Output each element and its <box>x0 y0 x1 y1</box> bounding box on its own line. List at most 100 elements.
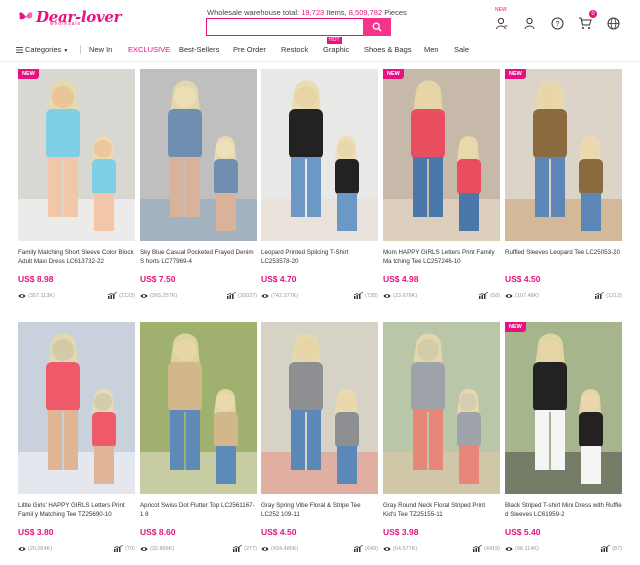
help-icon: ? <box>551 17 563 29</box>
hot-badge: HOT <box>327 37 342 44</box>
sales-chart-icon <box>595 292 605 299</box>
product-image[interactable] <box>140 322 257 494</box>
product-image[interactable] <box>261 69 378 241</box>
views-value: (434.485K) <box>271 545 299 552</box>
sales-count: (649) <box>354 545 378 552</box>
header: Dear-lover wholesale Wholesale warehouse… <box>0 0 640 40</box>
cart-icon <box>579 17 592 29</box>
product-price: US$ 5.40 <box>505 527 541 537</box>
nav-exclusive[interactable]: EXCLUSIVE <box>128 45 170 54</box>
sales-value: (277) <box>244 545 257 552</box>
chevron-down-icon: ▼ <box>63 48 69 54</box>
new-user-button[interactable]: NEW <box>487 7 515 33</box>
cart-button[interactable]: 0 <box>571 10 599 33</box>
nav-divider-line <box>0 61 640 62</box>
nav-men[interactable]: Men <box>424 45 439 54</box>
product-image[interactable] <box>18 322 135 494</box>
nav-graphic[interactable]: HOT Graphic <box>323 37 349 54</box>
cart-count-badge: 0 <box>589 10 597 18</box>
product-stats: (98.114K) (87) <box>505 545 622 552</box>
sales-value: (70) <box>125 545 135 552</box>
views-value: (64.577K) <box>393 545 418 552</box>
product-image[interactable]: NEW <box>505 322 622 494</box>
views-count: (64.577K) <box>383 546 417 552</box>
views-value: (20.054K) <box>28 545 53 552</box>
sales-value: (1212) <box>606 292 622 299</box>
product-image[interactable]: NEW <box>18 69 135 241</box>
product-stats: (20.054K) (70) <box>18 545 135 552</box>
views-count: (265.257K) <box>140 293 177 299</box>
views-value: (32.866K) <box>150 545 175 552</box>
product-card[interactable]: NEW Ruffled Sleeves Leopard Tee LC25053-2… <box>505 69 622 299</box>
product-card[interactable]: Gray Round Neck Floral Striped Print Kid… <box>383 322 500 552</box>
sales-chart-icon <box>354 545 364 552</box>
views-count: (98.114K) <box>505 546 539 552</box>
sales-count: (277) <box>233 545 257 552</box>
nav-categories-label: Categories <box>25 45 62 54</box>
product-title[interactable]: Little Girls' HAPPY GIRLS Letters Print … <box>18 501 135 521</box>
product-price: US$ 7.50 <box>140 274 176 284</box>
product-price: US$ 4.70 <box>261 274 297 284</box>
product-image[interactable] <box>383 322 500 494</box>
sales-chart-icon <box>354 292 364 299</box>
product-title[interactable]: Family Matching Short Sleeve Color Block… <box>18 248 135 268</box>
product-card[interactable]: Little Girls' HAPPY GIRLS Letters Print … <box>18 322 135 552</box>
product-image[interactable]: NEW <box>383 69 500 241</box>
new-badge: NEW <box>505 69 526 79</box>
product-card[interactable]: Leopard Printed Splicing T-Shirt LC25357… <box>261 69 378 299</box>
product-card[interactable]: NEW Mom HAPPY GIRLS Letters Print Family … <box>383 69 500 299</box>
nav-new-in[interactable]: New In <box>89 45 112 54</box>
product-image[interactable]: NEW <box>505 69 622 241</box>
product-title[interactable]: Gray Spring Vibe Floral & Stripe Tee LC2… <box>261 501 378 521</box>
views-value: (265.257K) <box>150 292 178 299</box>
search-button[interactable] <box>363 18 391 36</box>
nav-sale[interactable]: Sale <box>454 45 469 54</box>
product-card[interactable]: NEW Black Striped T-shirt Mini Dress with… <box>505 322 622 552</box>
eye-icon <box>383 293 391 298</box>
sales-chart-icon <box>108 292 118 299</box>
language-button[interactable] <box>599 13 627 33</box>
product-title[interactable]: Leopard Printed Splicing T-Shirt LC25357… <box>261 248 378 268</box>
nav-divider <box>80 45 81 54</box>
product-title[interactable]: Sky Blue Casual Pocketed Frayed Denim S … <box>140 248 257 268</box>
product-price: US$ 3.80 <box>18 527 54 537</box>
nav-categories[interactable]: Categories ▼ <box>16 45 68 54</box>
nav-shoes-bags[interactable]: Shoes & Bags <box>364 45 412 54</box>
product-image[interactable] <box>140 69 257 241</box>
nav-pre-order[interactable]: Pre Order <box>233 45 266 54</box>
help-button[interactable]: ? <box>543 13 571 33</box>
product-title[interactable]: Black Striped T-shirt Mini Dress with Ru… <box>505 501 622 521</box>
product-title[interactable]: Ruffled Sleeves Leopard Tee LC25053-20 <box>505 248 622 268</box>
product-stats: (23.676K) (58) <box>383 292 500 299</box>
nav-restock[interactable]: Restock <box>281 45 308 54</box>
sales-count: (70) <box>114 545 135 552</box>
views-count: (23.676K) <box>383 293 417 299</box>
logo-subtitle: wholesale <box>50 21 82 27</box>
product-title[interactable]: Mom HAPPY GIRLS Letters Print Family Ma … <box>383 248 500 268</box>
stats-prefix: Wholesale warehouse total: <box>207 8 302 17</box>
product-title[interactable]: Gray Round Neck Floral Striped Print Kid… <box>383 501 500 521</box>
views-count: (357.113K) <box>18 293 55 299</box>
sales-count: (20037) <box>227 292 257 299</box>
items-count: 19,723 <box>301 8 325 17</box>
views-count: (107.48K) <box>505 293 539 299</box>
menu-icon <box>16 46 23 53</box>
product-image[interactable] <box>261 322 378 494</box>
eye-icon <box>505 293 513 298</box>
sales-value: (87) <box>612 545 622 552</box>
product-stats: (32.866K) (277) <box>140 545 257 552</box>
product-card[interactable]: Gray Spring Vibe Floral & Stripe Tee LC2… <box>261 322 378 552</box>
product-card[interactable]: Apricot Swiss Dot Flutter Top LC2561167-… <box>140 322 257 552</box>
product-card[interactable]: NEW Family Matching Short Sleeve Color Bl… <box>18 69 135 299</box>
nav-best-sellers[interactable]: Best-Sellers <box>179 45 219 54</box>
account-button[interactable] <box>515 13 543 33</box>
product-price: US$ 4.98 <box>383 274 419 284</box>
views-count: (32.866K) <box>140 546 174 552</box>
product-stats: (265.257K) (20037) <box>140 292 257 299</box>
product-title[interactable]: Apricot Swiss Dot Flutter Top LC2561167-… <box>140 501 257 521</box>
sales-value: (4419) <box>484 545 500 552</box>
eye-icon <box>140 546 148 551</box>
sales-count: (87) <box>601 545 622 552</box>
product-card[interactable]: Sky Blue Casual Pocketed Frayed Denim S … <box>140 69 257 299</box>
search-input[interactable] <box>206 18 391 36</box>
